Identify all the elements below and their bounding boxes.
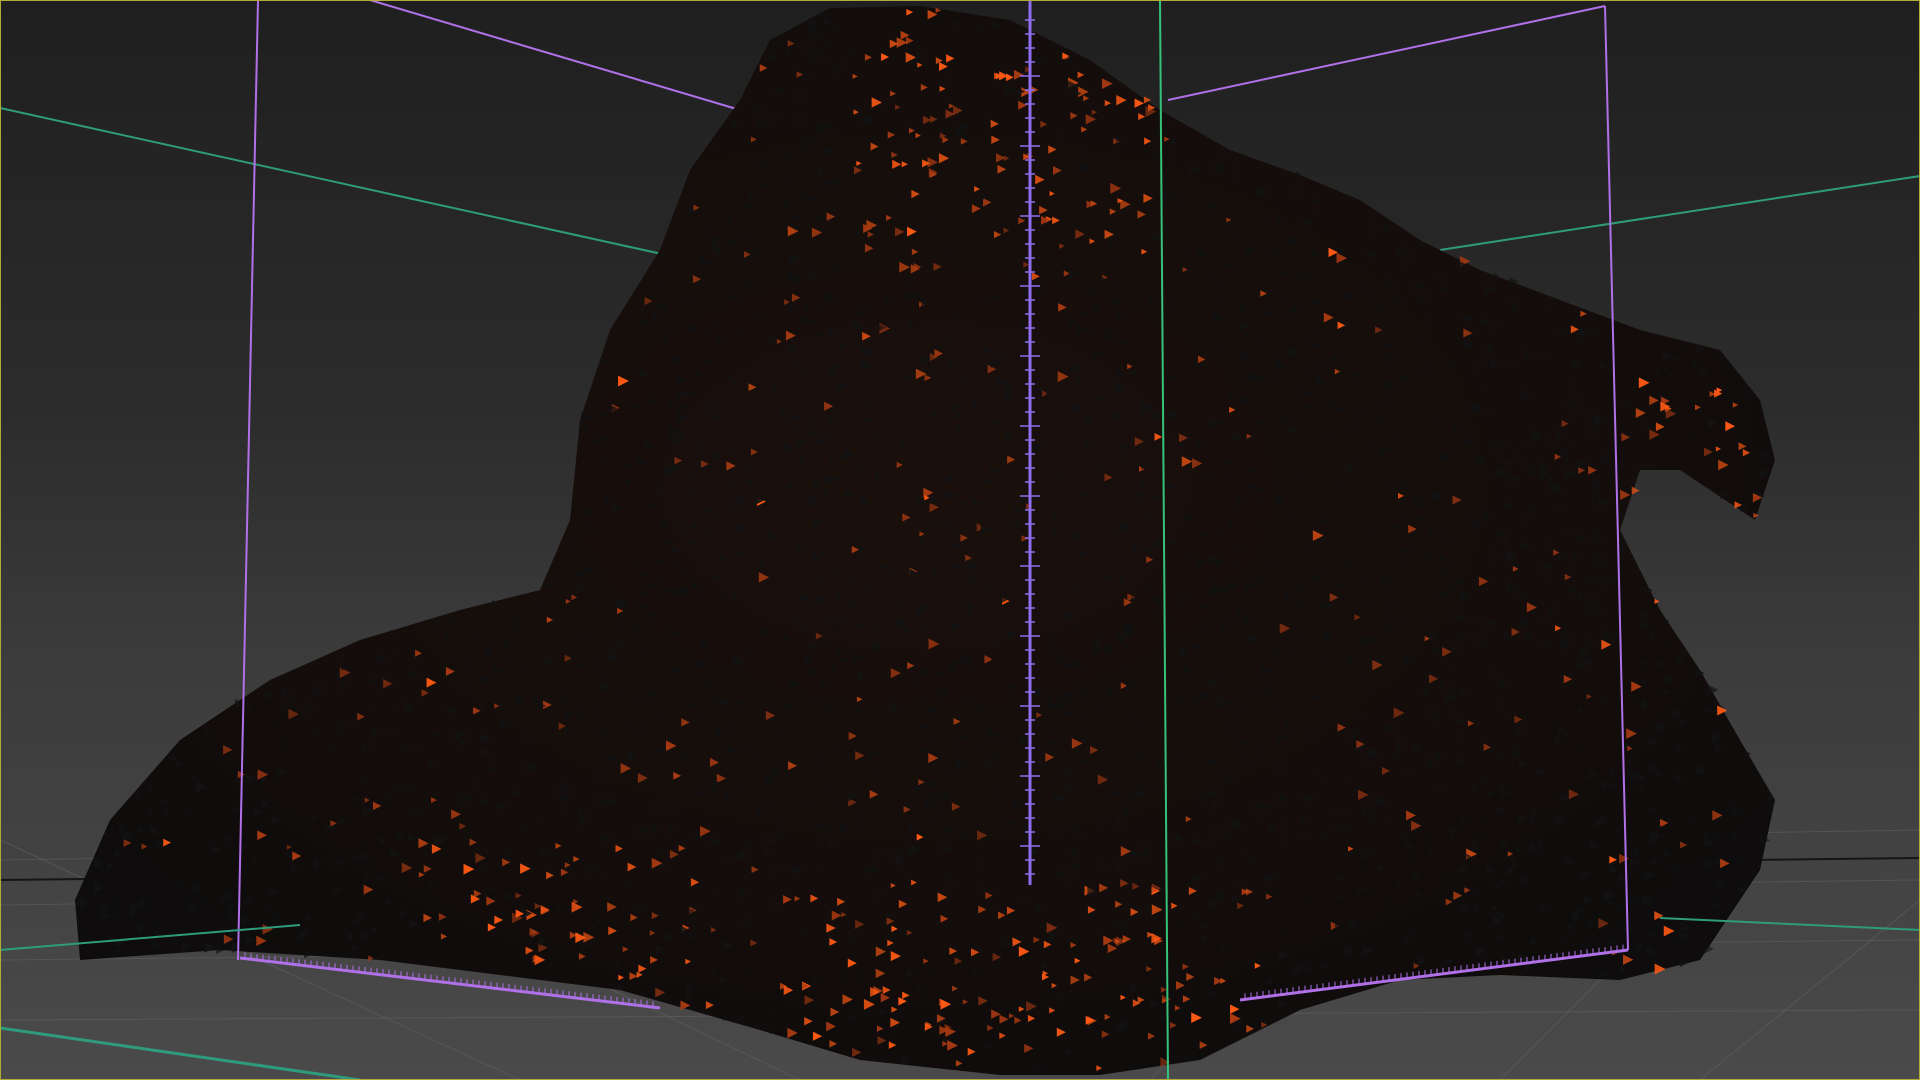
viewport-canvas[interactable] — [0, 0, 1920, 1080]
voxel-volume[interactable] — [75, 6, 1775, 1075]
3d-perspective-viewport[interactable] — [0, 0, 1920, 1080]
grid-line — [1699, 899, 1920, 1080]
voxel-triangle-glyph — [1654, 598, 1660, 604]
voxel-triangle-glyph — [1631, 486, 1640, 495]
